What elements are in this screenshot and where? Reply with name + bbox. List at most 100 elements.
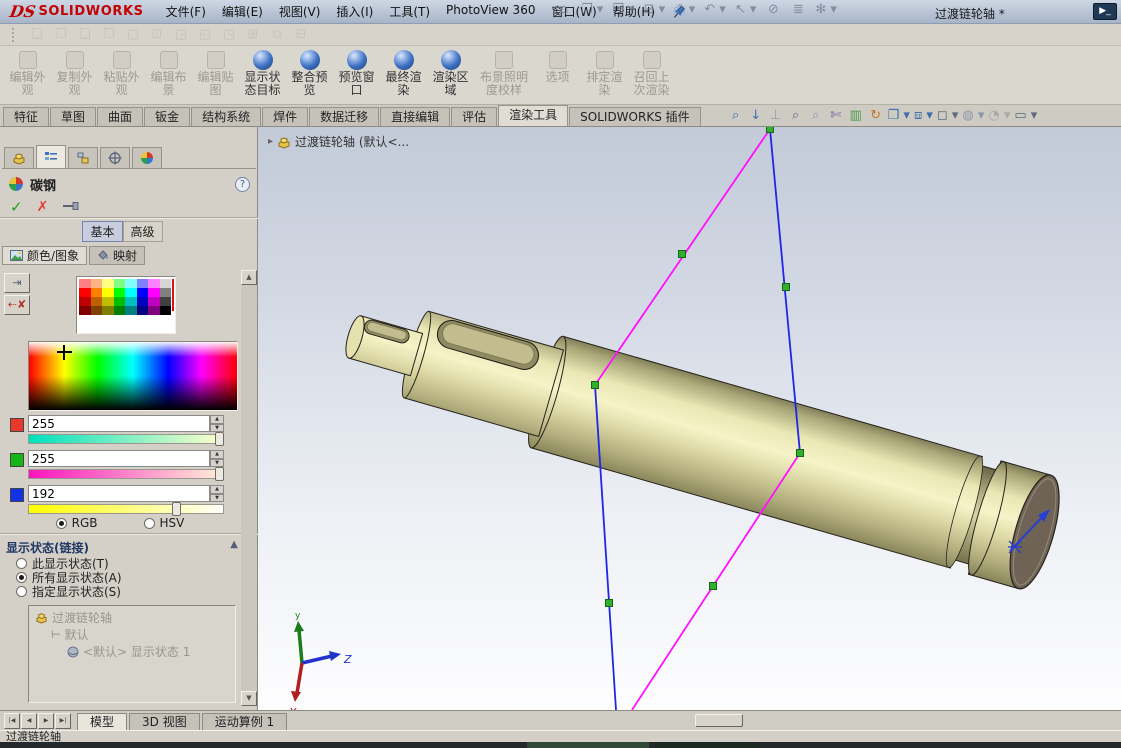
- view-orientation-icon[interactable]: ⧈ ▾: [914, 108, 933, 123]
- hide-show-icon[interactable]: ◍ ▾: [962, 108, 984, 123]
- terminal-icon[interactable]: ▶_: [1093, 3, 1117, 20]
- select-icon[interactable]: ↖ ▾: [735, 2, 757, 17]
- color-swatch[interactable]: [79, 306, 91, 315]
- sheet-nav-icon[interactable]: ▶: [38, 713, 54, 729]
- color-swatch[interactable]: [91, 297, 103, 306]
- color-swatch[interactable]: [125, 306, 137, 315]
- display-style-icon[interactable]: ◻ ▾: [937, 108, 958, 123]
- help-icon[interactable]: ?: [235, 177, 250, 192]
- graphics-viewport[interactable]: ▸ 过渡链轮轴 (默认<...: [258, 127, 1121, 710]
- sheet-tab[interactable]: 模型: [77, 713, 127, 730]
- configuration-manager-icon[interactable]: [68, 147, 98, 168]
- sheet-nav-icon[interactable]: |◀: [4, 713, 20, 729]
- command-tab[interactable]: 钣金: [144, 107, 190, 126]
- color-swatch[interactable]: [125, 297, 137, 306]
- color-image-tab[interactable]: 颜色/图象: [2, 246, 87, 265]
- rgb-radio[interactable]: RGB: [56, 516, 98, 530]
- appearances-icon[interactable]: ◔ ▾: [988, 108, 1010, 123]
- color-swatch[interactable]: [160, 279, 172, 288]
- color-swatch[interactable]: [137, 279, 149, 288]
- tree-item-display-state[interactable]: <默认> 显示状态 1: [29, 643, 235, 660]
- scroll-down-icon[interactable]: ▼: [241, 691, 257, 706]
- attach-icon[interactable]: ⊘: [765, 2, 781, 17]
- color-swatch[interactable]: [137, 306, 149, 315]
- color-swatch[interactable]: [102, 297, 114, 306]
- color-swatch[interactable]: [114, 288, 126, 297]
- blue-slider[interactable]: [28, 504, 224, 514]
- menu-item[interactable]: 编辑(E): [214, 0, 271, 24]
- home-icon[interactable]: ⌂: [556, 2, 572, 17]
- ok-button[interactable]: ✓: [10, 198, 23, 216]
- collapse-chevron-icon[interactable]: ▲: [230, 539, 238, 556]
- property-manager-icon[interactable]: [36, 145, 66, 168]
- blue-spinner[interactable]: ▲▼: [210, 485, 224, 502]
- color-swatch[interactable]: [91, 288, 103, 297]
- command-tab[interactable]: 曲面: [97, 107, 143, 126]
- command-tab[interactable]: 评估: [451, 107, 497, 126]
- color-swatch[interactable]: [148, 279, 160, 288]
- menu-item[interactable]: PhotoView 360: [438, 0, 543, 24]
- spectrum-crosshair-icon[interactable]: [57, 345, 72, 360]
- panel-scrollbar[interactable]: ▲ ▼: [241, 270, 257, 706]
- color-swatch[interactable]: [91, 306, 103, 315]
- command-tab[interactable]: 直接编辑: [380, 107, 450, 126]
- color-swatch[interactable]: [114, 279, 126, 288]
- previous-view-icon[interactable]: ↓: [748, 108, 764, 123]
- ribbon-button[interactable]: 预览窗口: [333, 48, 380, 97]
- color-swatch[interactable]: [102, 279, 114, 288]
- red-spinner[interactable]: ▲▼: [210, 415, 224, 432]
- menu-item[interactable]: 插入(I): [328, 0, 381, 24]
- tab-scrollbar-handle[interactable]: [695, 714, 743, 727]
- apply-appearance-scope-icon[interactable]: ⇥: [4, 273, 30, 293]
- color-swatch[interactable]: [160, 297, 172, 306]
- clipping-icon[interactable]: ▥: [848, 108, 864, 123]
- mapping-tab[interactable]: 映射: [89, 246, 145, 265]
- tree-item-part[interactable]: 过渡链轮轴: [29, 609, 235, 626]
- color-swatch[interactable]: [148, 306, 160, 315]
- flyout-feature-tree[interactable]: ▸ 过渡链轮轴 (默认<...: [268, 133, 409, 150]
- menu-item[interactable]: 文件(F): [158, 0, 214, 24]
- display-manager-icon[interactable]: [132, 147, 162, 168]
- green-slider[interactable]: [28, 469, 224, 479]
- specify-display-states-radio[interactable]: 指定显示状态(S): [16, 583, 121, 600]
- color-swatch[interactable]: [137, 297, 149, 306]
- color-swatch[interactable]: [160, 288, 172, 297]
- command-tab[interactable]: 数据迁移: [309, 107, 379, 126]
- green-slider-thumb[interactable]: [215, 467, 224, 481]
- blue-slider-thumb[interactable]: [172, 502, 181, 516]
- green-spinner[interactable]: ▲▼: [210, 450, 224, 467]
- keep-visible-pin-icon[interactable]: [62, 200, 80, 214]
- color-swatch[interactable]: [79, 288, 91, 297]
- hsv-radio[interactable]: HSV: [144, 516, 185, 530]
- color-swatch[interactable]: [102, 306, 114, 315]
- save-icon[interactable]: ⊟ ▾: [644, 2, 666, 17]
- zoom-in-icon[interactable]: ⌕: [788, 108, 804, 123]
- sheet-nav-icon[interactable]: ◀: [21, 713, 37, 729]
- sheet-tab[interactable]: 运动算例 1: [202, 713, 287, 730]
- tree-item-configuration[interactable]: ⊢ 默认: [29, 626, 235, 643]
- scene-monitor-icon[interactable]: ▭ ▾: [1014, 108, 1037, 123]
- red-slider[interactable]: [28, 434, 224, 444]
- scroll-up-icon[interactable]: ▲: [241, 270, 257, 285]
- open-icon[interactable]: ❒ ▾: [612, 2, 634, 17]
- basic-mode-button[interactable]: 基本: [82, 221, 122, 242]
- color-swatch[interactable]: [160, 306, 172, 315]
- undo-icon[interactable]: ↶ ▾: [704, 2, 726, 17]
- menu-item[interactable]: 视图(V): [271, 0, 329, 24]
- color-swatch[interactable]: [148, 297, 160, 306]
- section-view-icon[interactable]: ✄: [828, 108, 844, 123]
- properties-icon[interactable]: ≣: [790, 2, 806, 17]
- red-slider-thumb[interactable]: [215, 432, 224, 446]
- color-swatch[interactable]: [137, 288, 149, 297]
- command-tab[interactable]: SOLIDWORKS 插件: [569, 107, 700, 126]
- ribbon-button[interactable]: 整合预览: [286, 48, 333, 97]
- green-value-input[interactable]: [28, 450, 210, 467]
- advanced-mode-button[interactable]: 高级: [123, 221, 163, 242]
- view-selector-icon[interactable]: ❒ ▾: [888, 108, 910, 123]
- color-swatch[interactable]: [79, 279, 91, 288]
- command-tab[interactable]: 结构系统: [191, 107, 261, 126]
- blue-value-input[interactable]: [28, 485, 210, 502]
- new-document-icon[interactable]: ❐ ▾: [581, 2, 603, 17]
- menu-item[interactable]: 工具(T): [381, 0, 438, 24]
- dimxpert-manager-icon[interactable]: [100, 147, 130, 168]
